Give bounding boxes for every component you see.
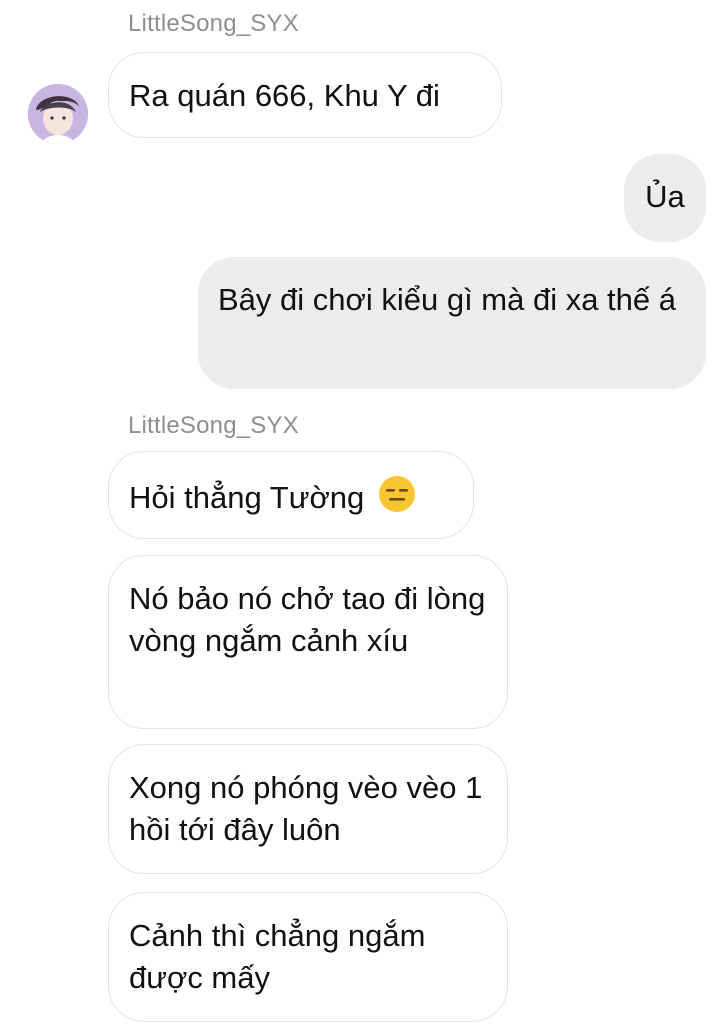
message-text: Xong nó phóng vèo vèo 1 hồi tới đây luôn <box>129 770 483 847</box>
message-bubble-received[interactable]: Cảnh thì chẳng ngắm được mấy <box>108 892 508 1022</box>
sender-name: LittleSong_SYX <box>128 10 299 37</box>
message-text: Bây đi chơi kiểu gì mà đi xa thế á <box>218 282 677 317</box>
message-bubble-received[interactable]: Xong nó phóng vèo vèo 1 hồi tới đây luôn <box>108 744 508 874</box>
contact-avatar[interactable] <box>28 84 88 144</box>
sender-name: LittleSong_SYX <box>128 412 299 439</box>
message-bubble-received[interactable]: Hỏi thẳng Tường <box>108 451 474 539</box>
message-bubble-received[interactable]: Nó bảo nó chở tao đi lòng vòng ngắm cảnh… <box>108 555 508 729</box>
avatar-portrait-icon <box>28 84 88 144</box>
message-bubble-sent[interactable]: Bây đi chơi kiểu gì mà đi xa thế á <box>198 257 706 389</box>
message-text: Nó bảo nó chở tao đi lòng vòng ngắm cảnh… <box>129 581 486 658</box>
message-text: Hỏi thẳng Tường <box>129 480 365 515</box>
message-bubble-sent[interactable]: Ủa <box>624 154 706 242</box>
expressionless-face-icon <box>378 476 415 512</box>
message-text: Cảnh thì chẳng ngắm được mấy <box>129 918 426 995</box>
message-text: Ra quán 666, Khu Y đi <box>129 78 440 113</box>
message-bubble-received[interactable]: Ra quán 666, Khu Y đi <box>108 52 502 138</box>
chat-thread: LittleSong_SYX Ra quán 666, Khu Y đi Ủa … <box>0 0 720 1024</box>
message-text: Ủa <box>645 179 685 214</box>
